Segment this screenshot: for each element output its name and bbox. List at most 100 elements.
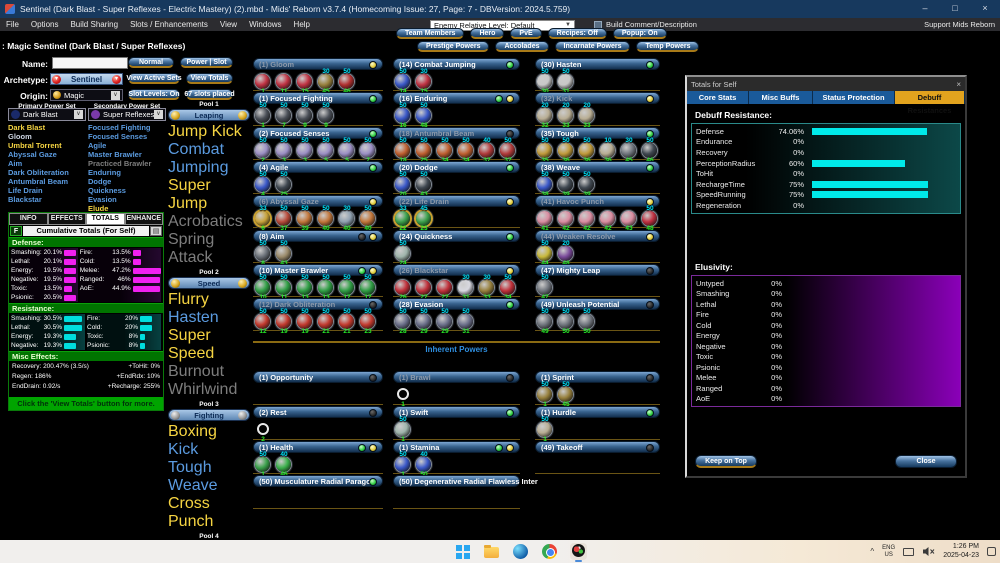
powerlist-item-gloom[interactable]: Gloom xyxy=(8,132,88,141)
power-pill[interactable]: (44) Weaken Resolve xyxy=(535,229,660,242)
enhancement-slot[interactable]: 50 28 xyxy=(395,308,411,335)
language-indicator[interactable]: ENG US xyxy=(882,545,895,558)
powerlist-item-cross-punch[interactable]: Cross Punch xyxy=(168,495,250,531)
enhancement-slot[interactable]: 5046 xyxy=(339,68,355,95)
enhancement-slot[interactable]: 5011 xyxy=(276,274,292,301)
origin-dropdown[interactable]: Magic ∨ xyxy=(50,89,123,101)
edge-icon[interactable] xyxy=(512,543,529,560)
enhancement-slot[interactable]: 3031 xyxy=(458,274,474,301)
enhancement-slot[interactable]: 1 xyxy=(395,383,411,408)
powerlist-item-antumbral-beam[interactable]: Antumbral Beam xyxy=(8,177,88,186)
enhancement-slot[interactable]: 50 40 xyxy=(360,205,376,232)
slot-levels-button[interactable]: Slot Levels: On xyxy=(128,89,180,100)
totals-window-titlebar[interactable]: Totals for Self × xyxy=(687,77,965,91)
powerlist-item-weave[interactable]: Weave xyxy=(168,477,250,495)
enhancement-slot[interactable]: 50 1 xyxy=(255,451,271,478)
enhancement-slot[interactable]: 5036 xyxy=(558,137,574,164)
led-indicator[interactable] xyxy=(506,408,514,417)
power-pill[interactable]: (16) Enduring xyxy=(393,92,520,105)
enhancement-slot[interactable]: 5010 xyxy=(255,274,271,301)
prestige-powers-button[interactable]: Prestige Powers xyxy=(417,41,490,52)
tab-misc-buffs[interactable]: Misc Buffs xyxy=(749,91,813,104)
normal-button[interactable]: Normal xyxy=(128,57,174,68)
power-pill[interactable]: (14) Combat Jumping xyxy=(393,58,520,70)
powerlist-item-kick[interactable]: Kick xyxy=(168,441,250,459)
enhancement-slot[interactable]: 50 1 xyxy=(255,102,271,129)
power-pill[interactable]: (1) Health xyxy=(253,440,383,453)
led-indicator[interactable] xyxy=(506,95,514,104)
power-pill[interactable]: (30) Hasten xyxy=(535,58,660,70)
power-pill[interactable]: (47) Mighty Leap xyxy=(535,263,660,276)
powerlist-item-enduring[interactable]: Enduring xyxy=(88,168,168,177)
taskbar-clock[interactable]: 1:26 PM 2025-04-23 xyxy=(943,543,979,560)
volume-muted-icon[interactable] xyxy=(922,546,935,557)
powerlist-item-blackstar[interactable]: Blackstar xyxy=(8,195,88,204)
enhancement-slot[interactable]: 5035 xyxy=(537,137,553,164)
tab-debuff-resistances[interactable]: Debuff Resistances xyxy=(895,91,965,115)
pool-orb-icon[interactable] xyxy=(171,278,180,288)
led-indicator[interactable] xyxy=(369,443,377,452)
power-pill[interactable]: (8) Aim xyxy=(253,229,383,242)
led-indicator[interactable] xyxy=(646,408,654,417)
led-indicator[interactable] xyxy=(506,374,514,382)
tab-info[interactable]: INFO xyxy=(9,213,48,225)
enhancement-slot[interactable]: 2048 xyxy=(558,240,574,267)
powerlist-item-quickness[interactable]: Quickness xyxy=(88,186,168,195)
enhancement-slot[interactable]: 505 xyxy=(318,137,334,164)
powerlist-item-umbral-torrent[interactable]: Umbral Torrent xyxy=(8,141,88,150)
enhancement-slot[interactable]: 50 1 xyxy=(537,381,553,408)
enhancement-slot[interactable]: 5046 xyxy=(642,137,658,164)
enhancement-slot[interactable]: 4037 xyxy=(479,137,495,164)
enhancement-slot[interactable]: 1 xyxy=(255,70,271,95)
enhancement-slot[interactable]: 50 21 xyxy=(318,308,334,335)
enhancement-slot[interactable]: 5039 xyxy=(579,171,595,198)
enhancement-slot[interactable]: 26 xyxy=(395,276,411,301)
enhancement-slot[interactable]: 5038 xyxy=(537,171,553,198)
enhancement-slot[interactable]: 5020 xyxy=(395,171,411,198)
led-indicator[interactable] xyxy=(369,374,377,382)
powerlist-item-practiced-brawler[interactable]: Practiced Brawler xyxy=(88,159,168,168)
enhancement-slot[interactable]: 50 49 xyxy=(537,308,553,335)
powerlist-item-flurry[interactable]: Flurry xyxy=(168,291,250,309)
powerlist-item-combat-jumping[interactable]: Combat Jumping xyxy=(168,141,250,177)
power-pill[interactable]: (50) Musculature Radial Paragon xyxy=(253,475,383,488)
enhancement-slot[interactable]: 50 1 xyxy=(537,416,553,443)
enhancement-slot[interactable]: 50 31 xyxy=(458,308,474,335)
enhancement-slot[interactable]: 503 xyxy=(297,137,313,164)
pool-orb-icon[interactable] xyxy=(238,278,247,288)
slots-placed-button[interactable]: 67 slots placed xyxy=(184,89,235,100)
power-pill[interactable]: (1) Hurdle xyxy=(535,405,660,418)
enhancement-slot[interactable]: 42 xyxy=(579,207,595,232)
export-icon[interactable]: ▤ xyxy=(150,226,162,236)
pool-orb-icon[interactable] xyxy=(238,410,247,420)
enhancement-slot[interactable]: 50 50 xyxy=(579,308,595,335)
enhancement-slot[interactable]: 5044 xyxy=(537,240,553,267)
enhancement-slot[interactable]: 42 xyxy=(600,207,616,232)
enhancement-slot[interactable]: 5024 xyxy=(395,240,411,267)
recipes-off-button[interactable]: Recipes: Off xyxy=(547,28,607,39)
enhancement-slot[interactable]: 50 19 xyxy=(276,308,292,335)
notification-center-icon[interactable] xyxy=(987,547,996,556)
enhancement-slot[interactable]: 50 45 xyxy=(558,381,574,408)
pool-orb-icon[interactable] xyxy=(171,410,180,420)
enhancement-slot[interactable]: 50 48 xyxy=(416,102,432,129)
powerlist-item-jump-kick[interactable]: Jump Kick xyxy=(168,123,250,141)
led-indicator[interactable] xyxy=(495,443,503,452)
led-indicator[interactable] xyxy=(506,443,514,452)
power-pill[interactable]: (50) Degenerative Radial Flawless Inter xyxy=(393,475,538,488)
enhancement-slot[interactable]: 5036 xyxy=(579,137,595,164)
power-slot-button[interactable]: Power | Slot xyxy=(180,57,233,68)
led-indicator[interactable] xyxy=(506,61,514,69)
enhancement-slot[interactable]: 50 19 xyxy=(297,308,313,335)
led-indicator[interactable] xyxy=(646,443,654,452)
enhancement-slot[interactable]: 5030 xyxy=(537,68,553,95)
power-pill[interactable]: (20) Dodge xyxy=(393,160,520,173)
power-pill[interactable]: (38) Weave xyxy=(535,160,660,173)
view-active-sets-button[interactable]: View Active Sets xyxy=(126,73,182,84)
power-pill[interactable]: (1) Swift xyxy=(393,405,520,418)
popup-on-button[interactable]: Popup: On xyxy=(612,28,667,39)
tray-chevron-icon[interactable]: ^ xyxy=(870,547,874,556)
led-indicator[interactable] xyxy=(369,95,377,104)
led-indicator[interactable] xyxy=(369,408,377,417)
float-button[interactable]: F xyxy=(10,226,22,236)
